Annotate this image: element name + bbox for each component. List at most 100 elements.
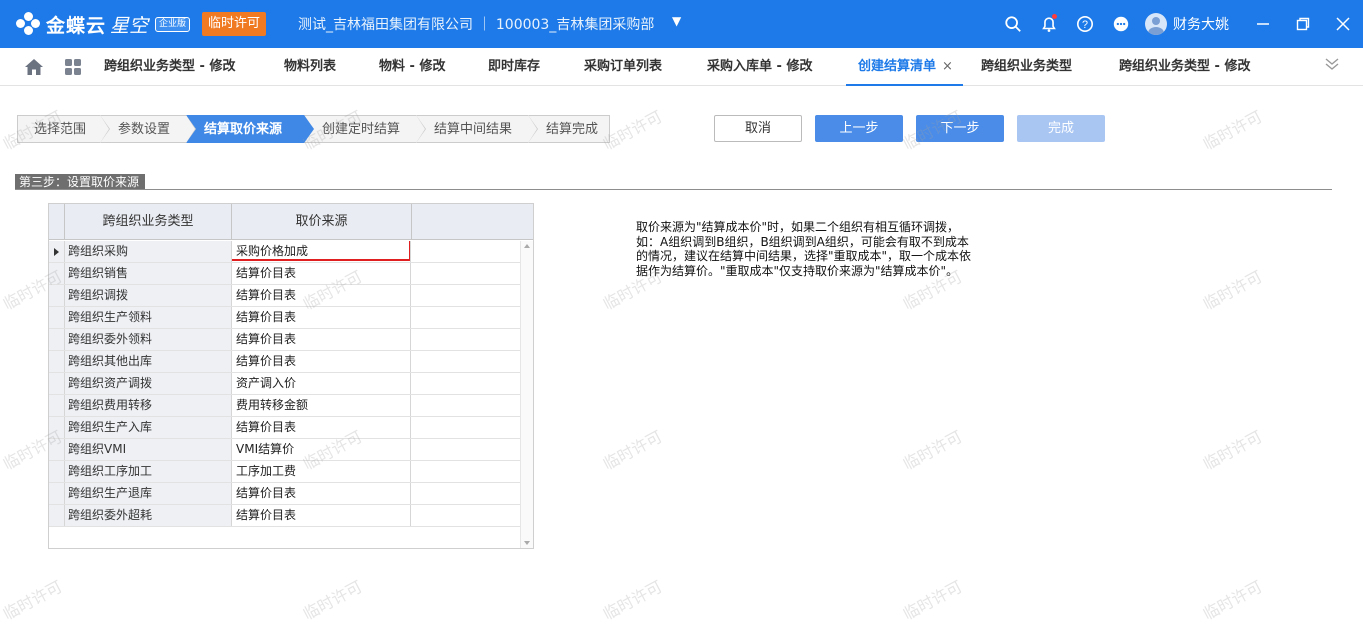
table-row[interactable]: 跨组织费用转移 费用转移金额	[49, 395, 521, 417]
cell-empty	[411, 461, 521, 482]
column-header-empty	[412, 204, 522, 240]
price-source-value: 结算价目表	[236, 486, 297, 500]
step-label: 结算完成	[546, 122, 599, 137]
row-indicator	[49, 505, 65, 526]
search-icon[interactable]	[995, 0, 1031, 48]
table-row[interactable]: 跨组织委外超耗 结算价目表	[49, 505, 521, 527]
cell-empty	[411, 417, 521, 438]
cell-price-source[interactable]: 结算价目表	[232, 483, 411, 504]
column-header-type[interactable]: 跨组织业务类型	[65, 204, 232, 240]
scroll-up-icon[interactable]	[524, 244, 530, 248]
table-row[interactable]: 跨组织资产调拨 资产调入价	[49, 373, 521, 395]
row-indicator	[49, 395, 65, 416]
tab-create-settlement[interactable]: 创建结算清单 ×	[846, 48, 963, 86]
next-step-button[interactable]: 下一步	[916, 115, 1004, 142]
table-row[interactable]: 跨组织工序加工 工序加工费	[49, 461, 521, 483]
grid-scrollbar[interactable]	[520, 241, 533, 548]
cell-business-type: 跨组织调拨	[65, 285, 232, 306]
price-source-value: 结算价目表	[236, 420, 297, 434]
row-indicator	[49, 351, 65, 372]
cell-business-type: 跨组织委外超耗	[65, 505, 232, 526]
tab-purchase-order-list[interactable]: 采购订单列表	[584, 48, 662, 86]
tab-inventory[interactable]: 即时库存	[488, 48, 540, 86]
logo-text: 金蝶云	[46, 14, 107, 37]
cell-price-source[interactable]: 结算价目表	[232, 263, 411, 284]
cell-price-source[interactable]: 工序加工费	[232, 461, 411, 482]
cell-business-type: 跨组织销售	[65, 263, 232, 284]
step-intermediate-result: 结算中间结果	[416, 115, 538, 143]
table-row[interactable]: 跨组织其他出库 结算价目表	[49, 351, 521, 373]
tab-cross-org-type[interactable]: 跨组织业务类型	[981, 48, 1072, 86]
home-icon[interactable]	[24, 58, 44, 76]
cell-price-source[interactable]: 结算价目表	[232, 285, 411, 306]
table-row[interactable]: 跨组织VMI VMI结算价	[49, 439, 521, 461]
cancel-button[interactable]: 取消	[714, 115, 802, 142]
cell-price-source[interactable]: 结算价目表	[232, 351, 411, 372]
help-icon[interactable]: ?	[1067, 0, 1103, 48]
price-source-value: 结算价目表	[236, 266, 297, 280]
svg-text:?: ?	[1082, 19, 1088, 31]
price-source-value: 结算价目表	[236, 508, 297, 522]
cell-price-source[interactable]: VMI结算价	[232, 439, 411, 460]
table-row[interactable]: 跨组织销售 结算价目表	[49, 263, 521, 285]
table-row[interactable]: 跨组织生产领料 结算价目表	[49, 307, 521, 329]
column-header-source[interactable]: 取价来源	[232, 204, 412, 240]
table-row[interactable]: 跨组织采购 采购价格加成	[49, 241, 521, 263]
step-parameters: 参数设置	[100, 115, 196, 143]
restore-icon[interactable]	[1283, 0, 1323, 48]
price-source-value: 工序加工费	[236, 464, 297, 478]
more-icon[interactable]	[1103, 0, 1139, 48]
prev-step-button[interactable]: 上一步	[815, 115, 903, 142]
section-divider	[15, 189, 1332, 190]
app-grid-icon[interactable]	[63, 58, 83, 76]
minimize-icon[interactable]	[1243, 0, 1283, 48]
logo-subtext: 星空	[110, 14, 149, 37]
cell-price-source[interactable]: 结算价目表	[232, 307, 411, 328]
price-source-value: 结算价目表	[236, 310, 297, 324]
cell-empty	[411, 263, 521, 284]
step-label: 参数设置	[118, 122, 171, 137]
cell-price-source[interactable]: 资产调入价	[232, 373, 411, 394]
table-row[interactable]: 跨组织生产入库 结算价目表	[49, 417, 521, 439]
tab-purchase-receipt-edit[interactable]: 采购入库单 - 修改	[707, 48, 812, 86]
cell-empty	[411, 395, 521, 416]
step-complete: 结算完成	[528, 115, 610, 143]
cell-price-source[interactable]: 结算价目表	[232, 417, 411, 438]
user-menu[interactable]: 财务大姚	[1145, 13, 1229, 35]
cell-price-source[interactable]: 结算价目表	[232, 505, 411, 526]
table-row[interactable]: 跨组织调拨 结算价目表	[49, 285, 521, 307]
scroll-down-icon[interactable]	[524, 541, 530, 545]
notification-dot	[1052, 14, 1057, 19]
selected-cell-highlight	[232, 241, 410, 261]
org-dropdown-icon[interactable]: ▼	[672, 14, 681, 28]
bell-icon[interactable]	[1031, 0, 1067, 48]
header-indicator	[49, 204, 65, 240]
row-indicator	[49, 373, 65, 394]
tab-bar: 跨组织业务类型 - 修改 物料列表 物料 - 修改 即时库存 采购订单列表 采购…	[0, 48, 1363, 86]
license-watermark: 临时许可	[1199, 576, 1266, 624]
tab-material-edit[interactable]: 物料 - 修改	[379, 48, 445, 86]
cell-price-source[interactable]: 结算价目表	[232, 329, 411, 350]
price-source-value: 结算价目表	[236, 332, 297, 346]
table-row[interactable]: 跨组织生产退库 结算价目表	[49, 483, 521, 505]
license-badge[interactable]: 临时许可	[202, 12, 267, 36]
tab-cross-org-type-edit[interactable]: 跨组织业务类型 - 修改	[104, 48, 235, 86]
top-bar: 金蝶云 星空 企业版 临时许可 测试_吉林福田集团有限公司 ｜ 100003_吉…	[0, 0, 1363, 48]
tab-material-list[interactable]: 物料列表	[284, 48, 336, 86]
license-watermark: 临时许可	[1199, 106, 1266, 154]
app-logo[interactable]: 金蝶云 星空	[14, 10, 148, 38]
tab-close-icon[interactable]: ×	[942, 59, 953, 74]
license-watermark: 临时许可	[899, 426, 966, 474]
tab-cross-org-type-edit-2[interactable]: 跨组织业务类型 - 修改	[1119, 48, 1250, 86]
cell-empty	[411, 351, 521, 372]
org-selector-label[interactable]: 测试_吉林福田集团有限公司 ｜ 100003_吉林集团采购部	[298, 14, 658, 34]
cell-empty	[411, 285, 521, 306]
finish-button[interactable]: 完成	[1017, 115, 1105, 142]
tab-overflow-icon[interactable]	[1325, 58, 1339, 74]
cell-price-source[interactable]: 费用转移金额	[232, 395, 411, 416]
cell-price-source[interactable]: 采购价格加成	[232, 241, 411, 262]
tab-create-settlement-label: 创建结算清单	[858, 59, 937, 74]
close-icon[interactable]	[1323, 0, 1363, 48]
row-indicator	[49, 461, 65, 482]
table-row[interactable]: 跨组织委外领料 结算价目表	[49, 329, 521, 351]
